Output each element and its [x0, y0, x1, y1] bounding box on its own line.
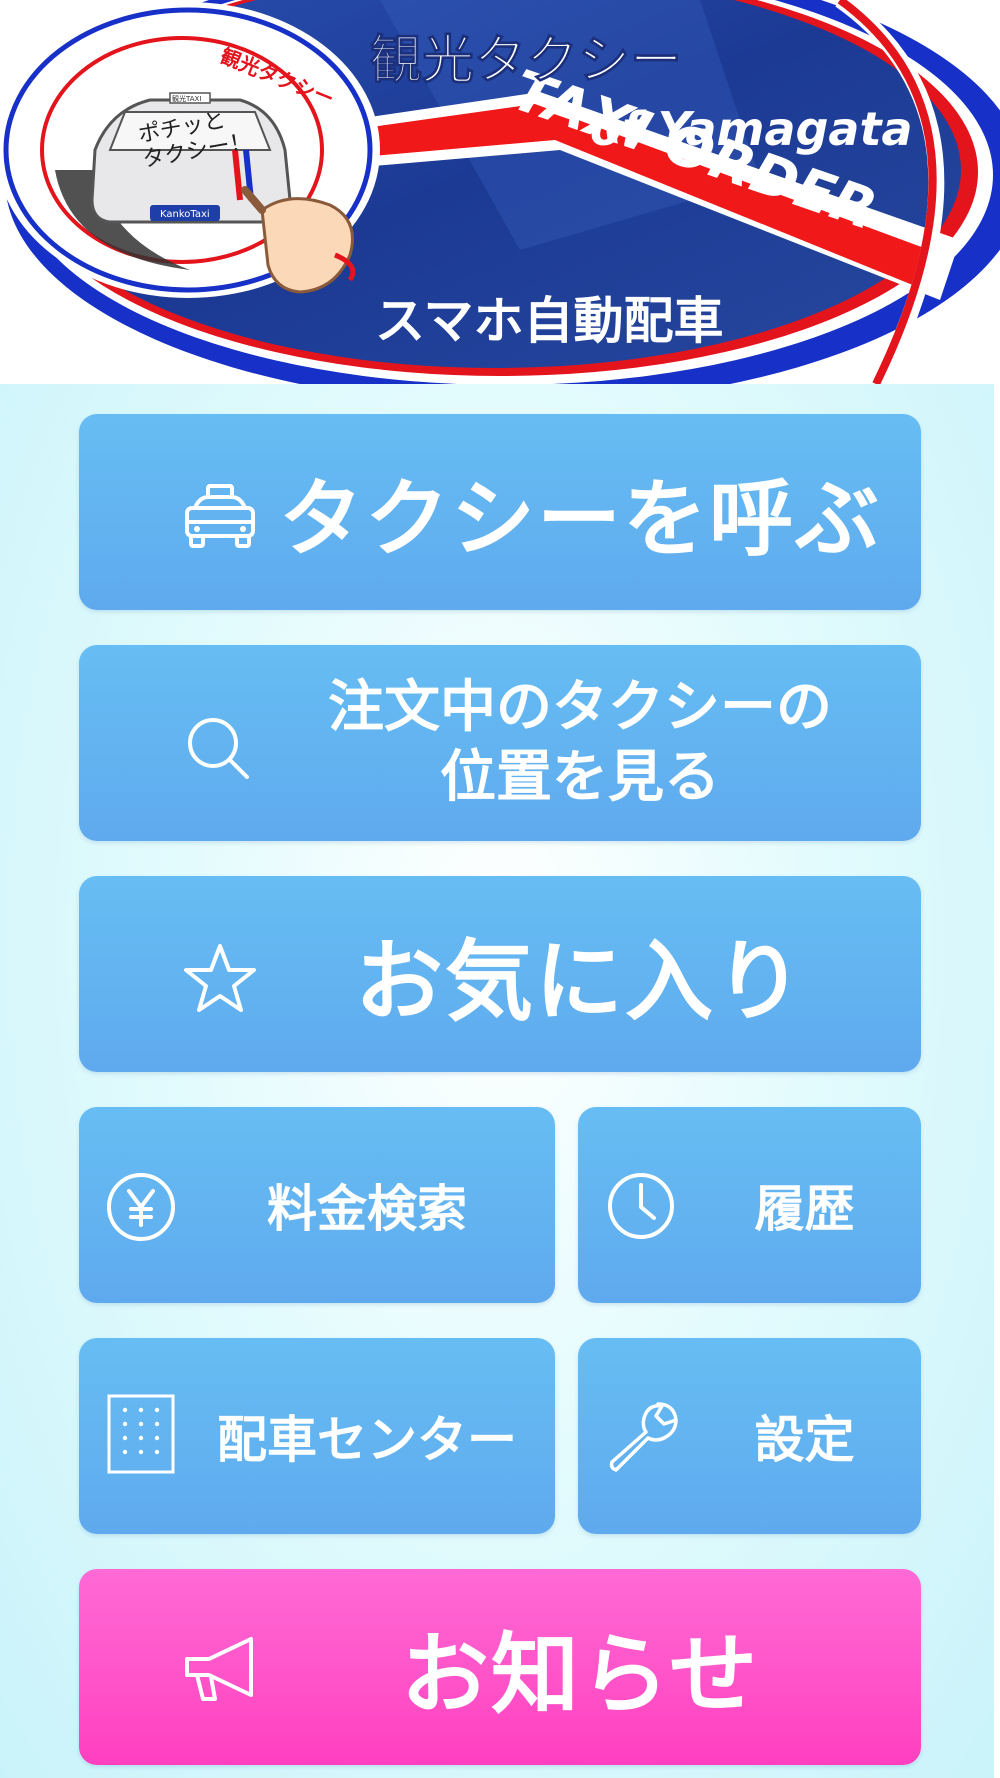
track-taxi-label: 注文中のタクシーの 位置を見る: [328, 675, 832, 810]
track-taxi-button[interactable]: 注文中のタクシーの 位置を見る: [79, 645, 921, 841]
fare-search-button[interactable]: 料金検索: [79, 1107, 555, 1303]
banner-tagline: スマホ自動配車: [375, 292, 724, 350]
history-button[interactable]: 履歴: [578, 1107, 921, 1303]
building-icon: [107, 1394, 175, 1474]
call-taxi-label: タクシーを呼ぶ: [278, 469, 881, 568]
history-label: 履歴: [754, 1180, 855, 1238]
plate-text: KankoTaxi: [160, 209, 210, 220]
dispatch-center-label: 配車センター: [217, 1411, 517, 1469]
banner-title: 観光タクシー: [370, 31, 682, 91]
roof-sign-text: 観光TAXI: [172, 94, 201, 103]
settings-button[interactable]: 設定: [578, 1338, 921, 1534]
favorites-button[interactable]: お気に入り: [79, 876, 921, 1072]
banner-subtitle: of Yamagata: [590, 102, 913, 156]
news-label: お知らせ: [400, 1622, 760, 1726]
header-banner: TAXI ORDER 観光タクシー of Yamagata スマホ自動配車 Ka…: [0, 0, 1000, 384]
settings-label: 設定: [754, 1411, 855, 1469]
dispatch-center-button[interactable]: 配車センター: [79, 1338, 555, 1534]
news-button[interactable]: お知らせ: [79, 1569, 921, 1765]
favorites-label: お気に入り: [354, 929, 805, 1033]
wrench-icon: [609, 1402, 678, 1472]
menu-right-edge: [994, 384, 1000, 1778]
fare-search-label: 料金検索: [267, 1180, 467, 1238]
yen-icon: [107, 1173, 175, 1241]
clock-icon: [608, 1173, 674, 1239]
banner-artwork: TAXI ORDER 観光タクシー of Yamagata スマホ自動配車 Ka…: [0, 0, 1000, 384]
call-taxi-button[interactable]: タクシーを呼ぶ: [79, 414, 921, 610]
